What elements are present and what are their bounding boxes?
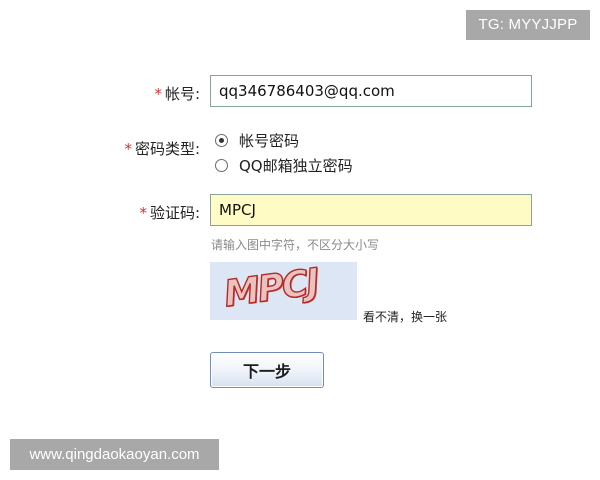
watermark-top: TG: MYYJJPP [466, 10, 590, 40]
watermark-bottom: www.qingdaokaoyan.com [10, 439, 219, 470]
captcha-image-text: MPCJ [221, 262, 321, 316]
captcha-hint: 请输入图中字符，不区分大小写 [211, 238, 380, 252]
account-label: 帐号: [164, 85, 200, 103]
account-input[interactable] [210, 75, 532, 107]
radio-label-account-password: 帐号密码 [239, 132, 300, 150]
radio-qq-mailbox-password[interactable]: QQ邮箱独立密码 [215, 155, 353, 176]
radio-button-checked[interactable] [215, 134, 228, 147]
captcha-input[interactable] [210, 194, 532, 226]
required-mark: * [154, 85, 162, 103]
captcha-label: 验证码: [149, 204, 200, 222]
required-mark: * [124, 140, 132, 158]
radio-button-unchecked[interactable] [215, 159, 228, 172]
password-type-label-row: * 密码类型: [124, 138, 200, 159]
refresh-captcha-link[interactable]: 看不清，换一张 [363, 308, 447, 325]
password-type-label: 密码类型: [134, 140, 200, 158]
radio-account-password[interactable]: 帐号密码 [215, 130, 299, 151]
account-label-row: * 帐号: [154, 83, 200, 104]
captcha-label-row: * 验证码: [139, 202, 200, 223]
required-mark: * [139, 204, 147, 222]
next-step-button[interactable]: 下一步 [210, 352, 324, 388]
radio-label-qq-mailbox-password: QQ邮箱独立密码 [239, 157, 353, 175]
captcha-image[interactable]: MPCJ [210, 262, 357, 320]
